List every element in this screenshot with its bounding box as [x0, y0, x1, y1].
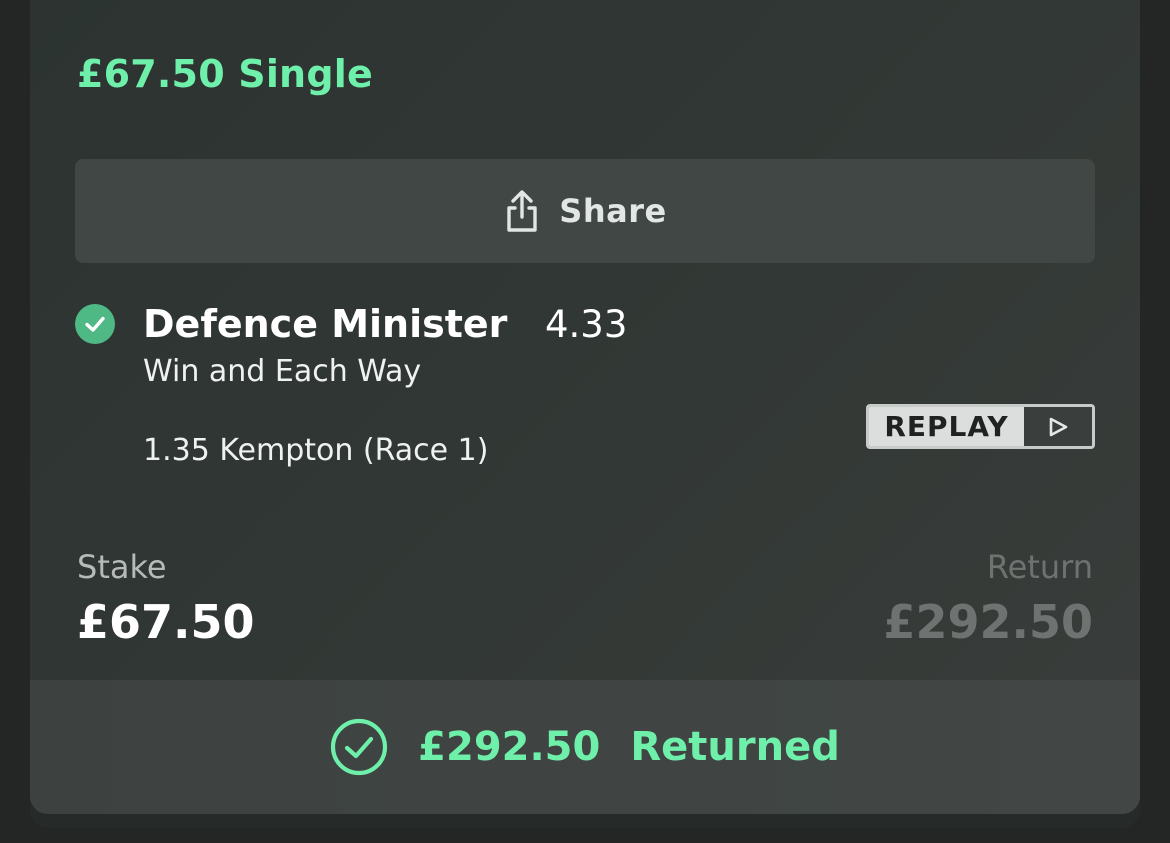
share-icon: [503, 189, 541, 233]
replay-button[interactable]: REPLAY: [866, 404, 1095, 449]
return-value: £292.50: [883, 595, 1093, 649]
bet-title: £67.50 Single: [77, 52, 373, 96]
returned-text: Returned: [630, 724, 840, 770]
check-circle-filled-icon: [75, 304, 115, 344]
bet-card: £67.50 Single Share Defence Minister 4.3…: [30, 0, 1140, 814]
selection-market: Win and Each Way: [143, 354, 422, 389]
replay-label: REPLAY: [869, 407, 1024, 446]
selection-odds: 4.33: [545, 303, 628, 346]
play-icon: [1024, 407, 1092, 446]
share-button[interactable]: Share: [75, 159, 1095, 263]
stake-value: £67.50: [77, 595, 255, 649]
returned-banner: £292.50 Returned: [30, 680, 1140, 814]
check-circle-outline-icon: [330, 718, 388, 776]
share-label: Share: [559, 192, 667, 230]
event-name: 1.35 Kempton (Race 1): [143, 433, 489, 468]
return-label: Return: [986, 548, 1093, 586]
returned-amount: £292.50: [418, 724, 601, 770]
selection-name: Defence Minister: [143, 302, 508, 346]
stake-label: Stake: [77, 548, 167, 586]
